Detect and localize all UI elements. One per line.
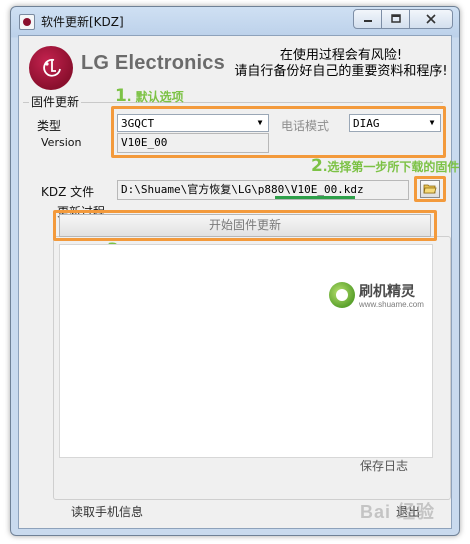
save-log-button[interactable]: 保存日志 xyxy=(349,456,419,476)
kdz-path-field[interactable]: D:\Shuame\官方恢复\LG\p880\V10E_00.kdz xyxy=(117,180,409,200)
phone-mode-select-value: DIAG xyxy=(353,117,380,130)
baidu-watermark: Bai 经验 xyxy=(360,502,436,522)
folder-open-icon xyxy=(423,184,437,194)
risk-warning: 在使用过程会有风险! 请自行备份好自己的重要资料和程序! xyxy=(231,48,451,80)
minimize-button[interactable] xyxy=(353,9,382,29)
close-icon xyxy=(426,14,436,24)
type-select[interactable]: 3GQCT ▼ xyxy=(117,114,269,132)
warning-line-2: 请自行备份好自己的重要资料和程序! xyxy=(234,64,448,79)
chevron-down-icon: ▼ xyxy=(429,118,435,127)
minimize-icon xyxy=(363,20,372,22)
step2-annotation: 2.选择第一步所下载的固件 xyxy=(311,156,459,176)
lg-logo-text: LG Electronics xyxy=(81,52,225,74)
shuame-watermark: 刷机精灵 www.shuame.com xyxy=(329,280,439,314)
version-field: V10E_00 xyxy=(117,133,269,153)
maximize-button[interactable] xyxy=(381,9,410,29)
step1-text: . 默认选项 xyxy=(126,90,184,104)
shuame-logo-icon xyxy=(329,282,355,308)
close-button[interactable] xyxy=(409,9,453,29)
update-log-area[interactable] xyxy=(59,244,433,458)
caption-buttons xyxy=(353,9,453,29)
lg-face-icon xyxy=(43,58,61,77)
app-icon xyxy=(19,14,35,30)
kdz-file-label: KDZ 文件 xyxy=(41,185,95,199)
app-window: 软件更新[KDZ] LG Electronics 在使用过程会有风险! 请自行备… xyxy=(10,6,460,536)
type-label: 类型 xyxy=(37,119,62,133)
start-firmware-update-button[interactable]: 开始固件更新 xyxy=(59,214,431,237)
read-phone-info-button[interactable]: 读取手机信息 xyxy=(71,502,161,522)
browse-folder-button[interactable] xyxy=(420,180,440,198)
firmware-group-title: 固件更新 xyxy=(29,93,82,110)
step1-number: 1 xyxy=(115,86,127,106)
window-title: 软件更新[KDZ] xyxy=(41,15,124,29)
step2-text: .选择第一步所下载的固件 xyxy=(322,160,460,174)
version-label: Version xyxy=(41,136,82,149)
phone-mode-label: 电话模式 xyxy=(281,119,330,133)
lg-logo-icon xyxy=(29,46,73,90)
step1-annotation: 1. 默认选项 xyxy=(115,86,184,106)
warning-line-1: 在使用过程会有风险! xyxy=(279,48,403,63)
shuame-watermark-url: www.shuame.com xyxy=(359,300,424,309)
path-highlight-underline xyxy=(275,196,355,199)
step2-number: 2 xyxy=(311,156,323,176)
type-select-value: 3GQCT xyxy=(121,117,155,130)
firmware-group-border xyxy=(23,102,443,103)
client-area: LG Electronics 在使用过程会有风险! 请自行备份好自己的重要资料和… xyxy=(18,35,459,529)
shuame-watermark-title: 刷机精灵 xyxy=(359,284,415,300)
chevron-down-icon: ▼ xyxy=(257,118,263,127)
title-bar[interactable]: 软件更新[KDZ] xyxy=(11,7,459,35)
phone-mode-select[interactable]: DIAG ▼ xyxy=(349,114,441,132)
maximize-icon xyxy=(390,14,401,23)
